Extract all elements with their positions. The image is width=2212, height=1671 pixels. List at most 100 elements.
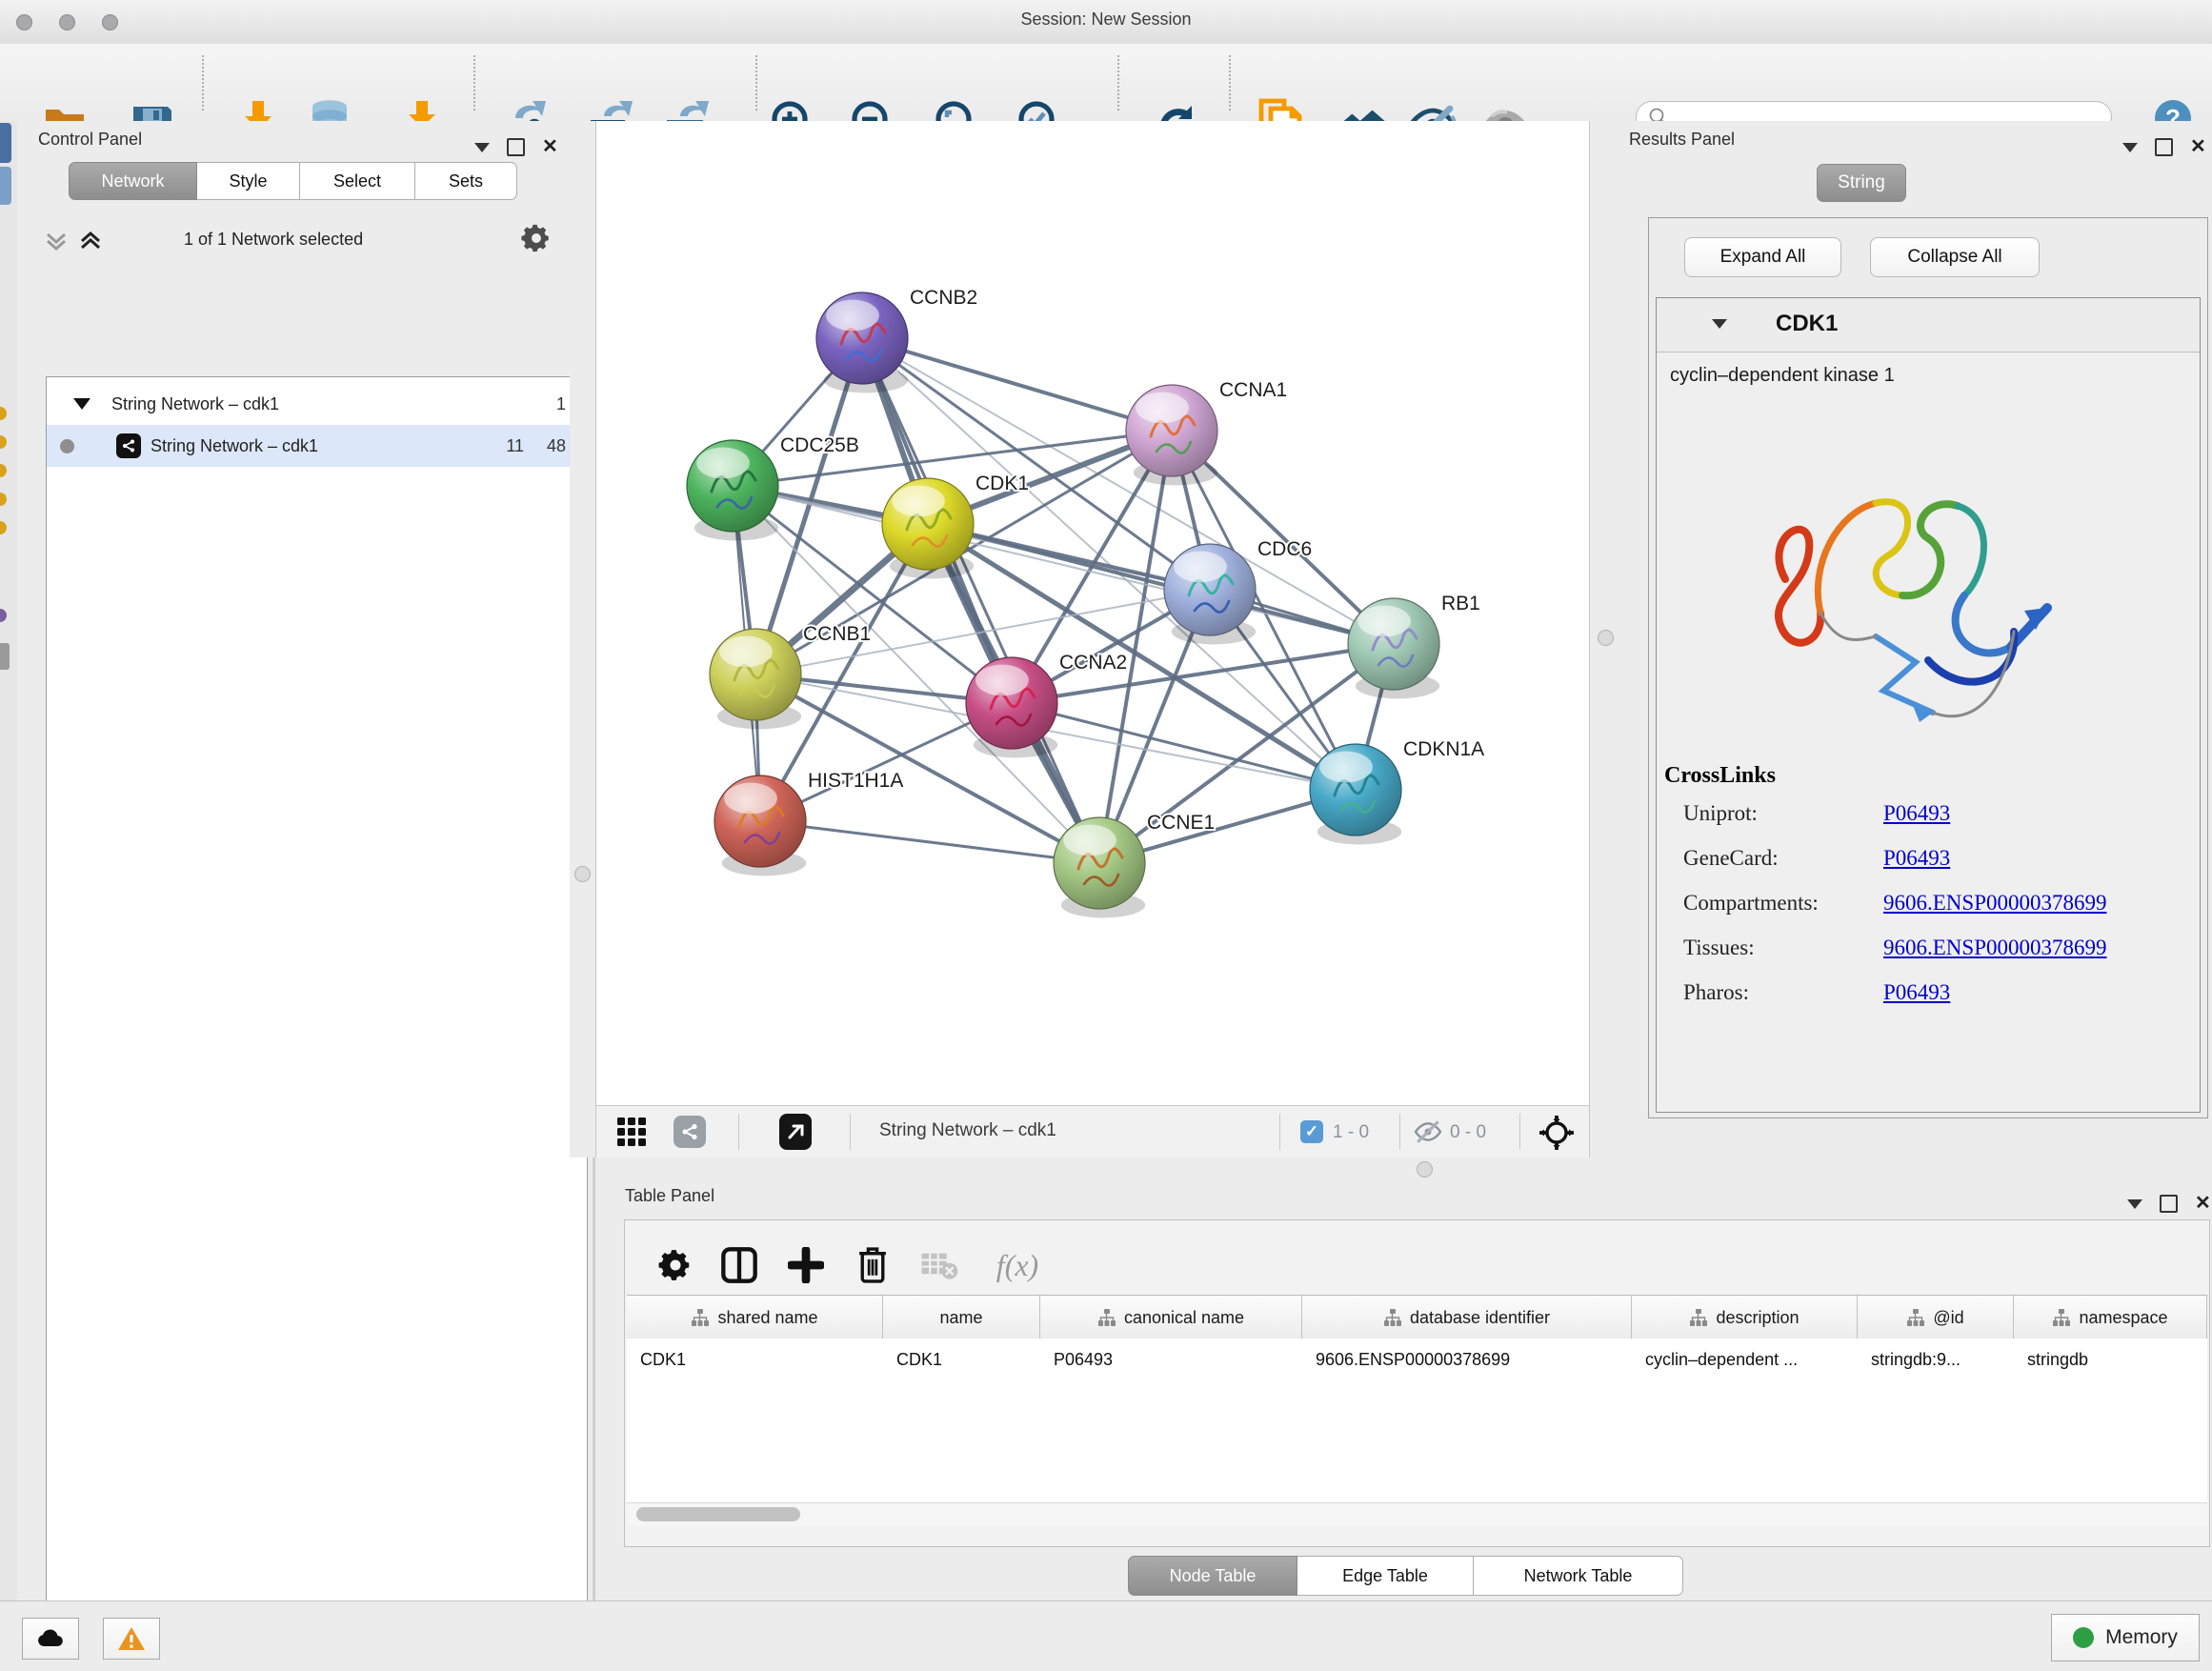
panel-float-icon[interactable]	[507, 138, 525, 156]
crosslink-value-link[interactable]: 9606.ENSP00000378699	[1883, 936, 2107, 960]
horizontal-splitter[interactable]	[595, 1158, 2212, 1181]
network-overview-icon[interactable]	[674, 1116, 706, 1148]
collapse-all-icon[interactable]	[42, 229, 70, 253]
tab-sets[interactable]: Sets	[415, 162, 517, 200]
table-cell[interactable]: stringdb	[2014, 1339, 2207, 1380]
network-node-CDC6[interactable]	[1164, 544, 1256, 644]
network-node-CCNA1[interactable]	[1126, 385, 1217, 485]
hidden-elements-eye-icon[interactable]	[1413, 1119, 1443, 1149]
expand-all-button[interactable]: Expand All	[1684, 237, 1841, 277]
network-node-CCNB2[interactable]	[816, 292, 908, 393]
open-in-window-icon[interactable]	[779, 1114, 812, 1150]
tab-string[interactable]: String	[1817, 164, 1906, 202]
network-node-CDKN1A[interactable]	[1310, 744, 1401, 844]
table-cell[interactable]: P06493	[1040, 1339, 1302, 1380]
network-node-CDC25B[interactable]	[687, 440, 778, 540]
crosslink-value-link[interactable]: P06493	[1883, 846, 1950, 871]
create-column-icon[interactable]	[782, 1241, 830, 1289]
panel-close-icon[interactable]: ✕	[542, 140, 558, 154]
fit-selection-crosshair-icon[interactable]	[1538, 1115, 1575, 1156]
crosslink-row: Compartments:9606.ENSP00000378699	[1683, 891, 2179, 916]
network-node-HIST1H1A[interactable]	[714, 775, 806, 876]
crosslink-value-link[interactable]: 9606.ENSP00000378699	[1883, 891, 2107, 916]
warning-status-button[interactable]	[103, 1618, 160, 1660]
network-node-CCNA2[interactable]	[966, 657, 1057, 757]
crosslink-value-link[interactable]: P06493	[1883, 980, 1950, 1005]
tab-network-table[interactable]: Network Table	[1474, 1556, 1683, 1596]
section-collapse-icon[interactable]	[1712, 319, 1727, 329]
network-edge[interactable]	[1012, 703, 1356, 790]
protein-section-header[interactable]: CDK1	[1657, 298, 2200, 352]
column-header-namespace[interactable]: namespace	[2014, 1296, 2207, 1339]
network-view-canvas[interactable]: CCNB2CCNA1CDC25BCDK1CDC6RB1CCNB1CCNA2CDK…	[595, 121, 1589, 1105]
network-graph[interactable]: CCNB2CCNA1CDC25BCDK1CDC6RB1CCNB1CCNA2CDK…	[595, 121, 1589, 1105]
panel-float-icon[interactable]	[2160, 1195, 2178, 1213]
panel-float-icon[interactable]	[2155, 138, 2173, 156]
column-header-database-identifier[interactable]: database identifier	[1302, 1296, 1632, 1339]
network-row-label: String Network – cdk1	[151, 436, 318, 456]
column-header--id[interactable]: @id	[1858, 1296, 2014, 1339]
table-options-gear-icon[interactable]	[652, 1241, 699, 1289]
panel-menu-icon[interactable]	[2122, 143, 2138, 152]
node-label: CDK1	[975, 473, 1029, 494]
column-header-canonical-name[interactable]: canonical name	[1040, 1296, 1302, 1339]
control-panel-title: Control Panel	[38, 130, 142, 150]
table-cell[interactable]: stringdb:9...	[1858, 1339, 2014, 1380]
table-cell[interactable]: cyclin–dependent ...	[1632, 1339, 1858, 1380]
tab-edge-table[interactable]: Edge Table	[1297, 1556, 1474, 1596]
shared-column-tree-icon	[1383, 1308, 1402, 1327]
tab-node-table[interactable]: Node Table	[1128, 1556, 1297, 1596]
toolbar-separator	[202, 55, 204, 111]
panel-close-icon[interactable]: ✕	[2195, 1197, 2211, 1211]
panel-menu-icon[interactable]	[2127, 1199, 2142, 1209]
column-header-shared-name[interactable]: shared name	[627, 1296, 883, 1339]
network-node-CCNE1[interactable]	[1054, 817, 1145, 917]
network-node-RB1[interactable]	[1348, 598, 1439, 698]
horizontal-scrollbar[interactable]	[627, 1502, 2207, 1526]
network-node-CDK1[interactable]	[882, 478, 974, 578]
column-header-description[interactable]: description	[1632, 1296, 1858, 1339]
tab-style[interactable]: Style	[197, 162, 300, 200]
selected-nodes-checkbox[interactable]: ✓	[1300, 1120, 1323, 1143]
column-header-name[interactable]: name	[883, 1296, 1040, 1339]
expand-all-icon[interactable]	[76, 229, 105, 253]
node-layer: CCNB2CCNA1CDC25BCDK1CDC6RB1CCNB1CCNA2CDK…	[687, 287, 1484, 917]
node-label: CCNA2	[1059, 652, 1127, 674]
hidden-counter: 0 - 0	[1450, 1122, 1486, 1143]
splitter-handle[interactable]	[1598, 630, 1614, 646]
network-row-selected[interactable]: String Network – cdk1 11 48	[47, 425, 587, 467]
main-toolbar: ?	[0, 44, 2212, 122]
collapse-all-button[interactable]: Collapse All	[1870, 237, 2040, 277]
toolbar-separator	[1117, 55, 1119, 111]
network-edge[interactable]	[862, 338, 1172, 431]
crosslink-value-link[interactable]: P06493	[1883, 801, 1950, 826]
network-collection-row[interactable]: String Network – cdk1 1	[47, 383, 587, 425]
table-cell[interactable]: CDK1	[883, 1339, 1040, 1380]
panel-menu-icon[interactable]	[474, 143, 490, 152]
cloud-status-button[interactable]	[22, 1618, 79, 1660]
network-list-options-gear-icon[interactable]	[520, 222, 553, 259]
memory-button[interactable]: Memory	[2051, 1614, 2200, 1661]
tab-network[interactable]: Network	[69, 162, 197, 200]
delete-column-trash-icon[interactable]	[849, 1241, 896, 1289]
splitter-handle[interactable]	[574, 866, 591, 882]
collection-expand-icon[interactable]	[73, 398, 90, 410]
tab-select[interactable]: Select	[300, 162, 415, 200]
show-columns-icon[interactable]	[715, 1241, 763, 1289]
table-row[interactable]: CDK1CDK1P064939606.ENSP00000378699cyclin…	[627, 1339, 2207, 1380]
table-cell[interactable]: CDK1	[627, 1339, 883, 1380]
column-header-label: description	[1716, 1308, 1799, 1328]
toolbar-separator	[738, 1114, 739, 1150]
table-cell[interactable]: 9606.ENSP00000378699	[1302, 1339, 1632, 1380]
birdseye-grid-icon[interactable]	[616, 1117, 647, 1152]
panel-close-icon[interactable]: ✕	[2190, 140, 2206, 154]
network-edge[interactable]	[760, 821, 1099, 863]
splitter-handle[interactable]	[1417, 1161, 1433, 1178]
network-edge[interactable]	[928, 524, 1394, 644]
network-node-CCNB1[interactable]	[710, 629, 801, 729]
vertical-splitter[interactable]	[1589, 121, 1620, 1158]
crosslink-label: Pharos:	[1683, 980, 1883, 1005]
left-vertical-splitter[interactable]	[570, 121, 596, 1158]
scrollbar-thumb[interactable]	[636, 1507, 800, 1521]
protein-structure-image	[1733, 413, 2076, 765]
